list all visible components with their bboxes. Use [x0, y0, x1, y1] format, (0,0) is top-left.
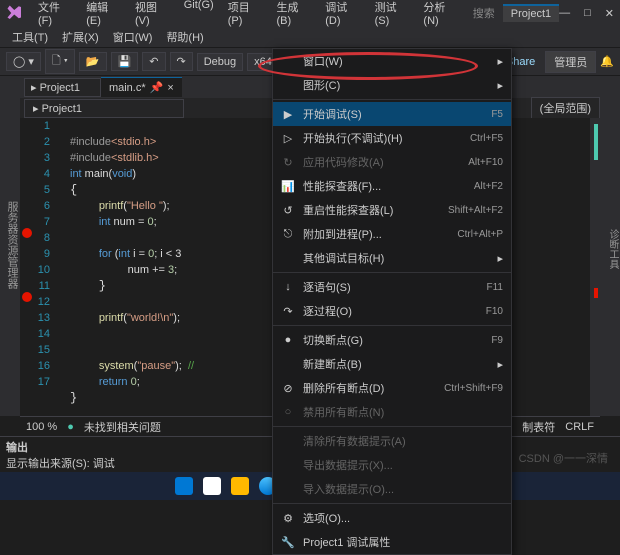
menu-item[interactable]: ↷逐过程(O)F10: [273, 299, 511, 323]
menu-item[interactable]: 图形(C)▸: [273, 73, 511, 97]
menu-item[interactable]: ▷开始执行(不调试)(H)Ctrl+F5: [273, 126, 511, 150]
new-file-button[interactable]: 🗋 ▾: [45, 49, 75, 74]
nav-project-select[interactable]: ▸ Project1: [24, 78, 101, 97]
menu-icon: ⊘: [281, 382, 295, 395]
project-tab[interactable]: Project1: [503, 4, 559, 22]
menu-item: 导入数据提示(O)...: [273, 477, 511, 501]
menu-icon: ↻: [281, 156, 295, 169]
menu-item: 清除所有数据提示(A): [273, 429, 511, 453]
menu-item[interactable]: 🔧Project1 调试属性: [273, 530, 511, 554]
vs-logo-icon: [6, 4, 24, 22]
nav-back-button[interactable]: ◯ ▾: [6, 52, 41, 71]
pin-icon[interactable]: 📌: [150, 81, 164, 94]
tab-close-icon[interactable]: ×: [167, 82, 173, 94]
close-icon[interactable]: ✕: [605, 7, 614, 20]
menu-item[interactable]: 工具(T): [6, 27, 54, 47]
menu-item[interactable]: ⚙选项(O)...: [273, 506, 511, 530]
menu-bar-2: 工具(T)扩展(X)窗口(W)帮助(H): [0, 26, 620, 48]
menu-icon: ↷: [281, 305, 295, 318]
title-bar: 文件(F)编辑(E)视图(V)Git(G)项目(P)生成(B)调试(D)测试(S…: [0, 0, 620, 26]
menu-item[interactable]: ⎋附加到进程(P)...Ctrl+Alt+P: [273, 222, 511, 246]
window-controls: — □ ✕: [559, 7, 614, 20]
menu-icon: ⚙: [281, 512, 295, 525]
menu-icon: 🔧: [281, 536, 295, 549]
menu-item[interactable]: ⊘删除所有断点(D)Ctrl+Shift+F9: [273, 376, 511, 400]
notifications-icon[interactable]: 🔔: [600, 55, 614, 68]
debug-menu-dropdown: 窗口(W)▸图形(C)▸ ▶开始调试(S)F5▷开始执行(不调试)(H)Ctrl+…: [272, 48, 512, 555]
menu-item[interactable]: 扩展(X): [56, 27, 105, 47]
menu-item[interactable]: ▶开始调试(S)F5: [273, 102, 511, 126]
menu-item: ○禁用所有断点(N): [273, 400, 511, 424]
menu-icon: ▶: [281, 108, 295, 121]
menu-icon: ○: [281, 406, 295, 418]
menu-icon: ↓: [281, 281, 295, 293]
menu-icon: ⎋: [281, 228, 295, 241]
menu-icon: 📊: [281, 180, 295, 193]
vertical-tab[interactable]: 服务器资源管理器: [4, 201, 20, 289]
menu-item[interactable]: 生成(B): [270, 0, 317, 29]
watermark: CSDN @一一深情: [519, 450, 608, 466]
menu-item[interactable]: 分析(N): [417, 0, 464, 29]
line-ending[interactable]: CRLF: [565, 421, 594, 433]
menu-item[interactable]: 帮助(H): [160, 27, 209, 47]
menu-item[interactable]: 其他调试目标(H)▸: [273, 246, 511, 270]
file-tab[interactable]: main.c* 📌 ×: [101, 77, 182, 97]
undo-button[interactable]: ↶: [142, 52, 165, 71]
menu-item[interactable]: 项目(P): [222, 0, 269, 29]
menu-icon: ↺: [281, 204, 295, 217]
menu-icon: ●: [281, 334, 295, 346]
menu-item[interactable]: 窗口(W): [107, 27, 159, 47]
menu-item[interactable]: 📊性能探查器(F)...Alt+F2: [273, 174, 511, 198]
menu-item[interactable]: 调试(D): [319, 0, 366, 29]
menu-item[interactable]: Git(G): [178, 0, 220, 29]
search-taskbar-icon[interactable]: [203, 477, 221, 495]
menu-item[interactable]: 测试(S): [369, 0, 416, 29]
menu-icon: ▷: [281, 132, 295, 145]
file-nav-select[interactable]: ▸ Project1: [24, 99, 184, 118]
open-file-button[interactable]: 📂: [79, 52, 107, 71]
menu-item[interactable]: 编辑(E): [80, 0, 127, 29]
save-button[interactable]: 💾: [111, 52, 139, 71]
admin-badge[interactable]: 管理员: [545, 51, 596, 73]
left-vertical-tabs: 服务器资源管理器数据源工具箱: [0, 76, 20, 416]
scope-select[interactable]: (全局范围): [531, 97, 600, 119]
indent-mode[interactable]: 制表符: [522, 419, 555, 435]
menu-item[interactable]: 窗口(W)▸: [273, 49, 511, 73]
fold-gutter: [56, 118, 70, 416]
menu-item[interactable]: ↺重启性能探查器(L)Shift+Alt+F2: [273, 198, 511, 222]
menu-item[interactable]: 视图(V): [129, 0, 176, 29]
menu-item[interactable]: 新建断点(B)▸: [273, 352, 511, 376]
issues-status[interactable]: 未找到相关问题: [84, 419, 161, 435]
zoom-level[interactable]: 100 %: [26, 421, 57, 433]
menu-item[interactable]: ↓逐语句(S)F11: [273, 275, 511, 299]
minimize-icon[interactable]: —: [559, 7, 570, 20]
menu-item[interactable]: 文件(F): [32, 0, 78, 29]
maximize-icon[interactable]: □: [584, 7, 591, 20]
breakpoint-icon[interactable]: [22, 292, 32, 302]
menu-item: ↻应用代码修改(A)Alt+F10: [273, 150, 511, 174]
start-icon[interactable]: [175, 477, 193, 495]
minimap[interactable]: [590, 118, 600, 416]
breakpoint-icon[interactable]: [22, 228, 32, 238]
menu-item[interactable]: ●切换断点(G)F9: [273, 328, 511, 352]
menu-bar-1: 文件(F)编辑(E)视图(V)Git(G)项目(P)生成(B)调试(D)测试(S…: [32, 0, 465, 29]
config-select[interactable]: Debug: [197, 53, 243, 71]
line-number-gutter: 1234567891011121314151617: [20, 118, 56, 416]
redo-button[interactable]: ↷: [170, 52, 193, 71]
explorer-icon[interactable]: [231, 477, 249, 495]
menu-item: 导出数据提示(X)...: [273, 453, 511, 477]
search-hint[interactable]: 搜索: [473, 5, 495, 21]
file-tab-label: main.c*: [109, 82, 146, 94]
right-vertical-tabs[interactable]: 诊断工具: [600, 76, 620, 416]
